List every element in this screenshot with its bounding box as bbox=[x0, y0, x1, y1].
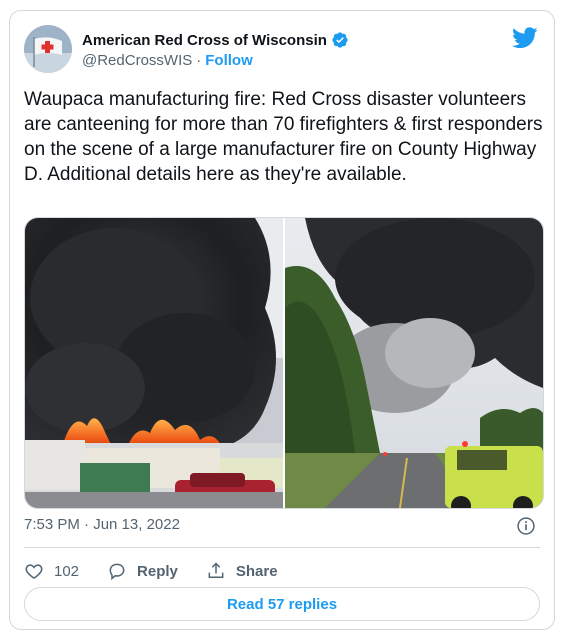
share-icon bbox=[208, 562, 224, 578]
share-button[interactable]: Share bbox=[206, 561, 278, 581]
read-replies-button[interactable]: Read 57 replies bbox=[24, 587, 540, 621]
tweet-header: American Red Cross of Wisconsin @RedCros… bbox=[24, 25, 540, 77]
follow-button[interactable]: Follow bbox=[205, 52, 253, 69]
like-button[interactable]: 102 bbox=[24, 561, 79, 581]
red-cross-flag-icon bbox=[24, 25, 72, 73]
fire-photo-right[interactable] bbox=[285, 218, 543, 508]
timestamp-row: 7:53 PM · Jun 13, 2022 bbox=[24, 516, 540, 536]
divider bbox=[24, 547, 540, 548]
fire-photo-left[interactable] bbox=[25, 218, 283, 508]
info-icon[interactable] bbox=[516, 516, 536, 536]
name-row: American Red Cross of Wisconsin bbox=[82, 31, 349, 49]
reply-button[interactable]: Reply bbox=[107, 561, 178, 581]
like-count: 102 bbox=[54, 562, 80, 580]
heart-icon bbox=[25, 564, 43, 579]
avatar[interactable] bbox=[24, 25, 72, 73]
verified-badge-icon bbox=[332, 32, 348, 48]
reply-label: Reply bbox=[137, 562, 178, 580]
separator-dot: · bbox=[196, 52, 202, 69]
twitter-bird-icon[interactable] bbox=[512, 27, 538, 49]
display-name[interactable]: American Red Cross of Wisconsin bbox=[82, 32, 327, 49]
tweet-timestamp[interactable]: 7:53 PM · Jun 13, 2022 bbox=[24, 516, 180, 533]
tweet-text: Waupaca manufacturing fire: Red Cross di… bbox=[24, 89, 543, 185]
tweet-card: American Red Cross of Wisconsin @RedCros… bbox=[9, 10, 555, 630]
handle-row: @RedCrossWIS · Follow bbox=[82, 52, 253, 69]
reply-icon bbox=[109, 563, 125, 581]
tweet-media[interactable] bbox=[24, 217, 544, 509]
share-label: Share bbox=[235, 562, 278, 580]
action-bar: 102 Reply Share bbox=[24, 559, 306, 583]
handle[interactable]: @RedCrossWIS bbox=[82, 52, 192, 69]
